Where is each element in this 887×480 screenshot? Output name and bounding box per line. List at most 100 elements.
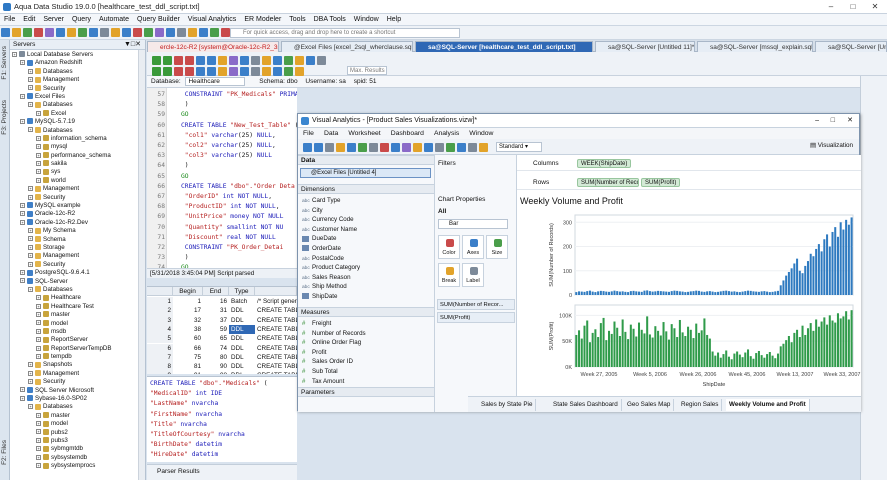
toolbar-tool-icon[interactable] [12,28,21,37]
expand-toggle-icon[interactable]: + [36,177,41,183]
bar[interactable] [717,352,720,367]
dimension-field[interactable]: abc Product Category [302,263,360,272]
bar[interactable] [689,291,692,295]
tree-node[interactable]: + Management [10,76,138,84]
grid-cell[interactable]: CREATE TABLE [255,316,297,325]
tree-node[interactable]: + Oracle-12c-R2.Dev [10,219,138,227]
grid-cell[interactable]: CREATE TABLE [255,353,297,362]
bar[interactable] [719,291,722,295]
bar[interactable] [646,290,649,295]
servers-scrollbar[interactable] [138,50,145,480]
expand-toggle-icon[interactable]: + [12,51,17,57]
tree-node[interactable]: + Sybase-16.0-SP02 [10,395,138,403]
bar[interactable] [752,291,755,295]
bar[interactable] [689,329,692,367]
grid-cell[interactable]: 80 [203,353,229,362]
grid-cell[interactable]: CREATE TABLE [255,362,297,371]
menu-file[interactable]: File [0,14,19,26]
expand-toggle-icon[interactable]: + [36,135,41,141]
expand-toggle-icon[interactable]: + [28,228,33,234]
expand-toggle-icon[interactable]: + [36,446,41,452]
bar[interactable] [842,229,845,295]
tree-node[interactable]: + Schema [10,236,138,244]
toolbar-tool-icon[interactable] [166,28,175,37]
bar[interactable] [681,332,684,367]
va-menu-window[interactable]: Window [464,130,498,137]
bar[interactable] [757,291,760,295]
expand-toggle-icon[interactable]: + [28,102,33,108]
color-button[interactable]: Color [438,235,460,259]
expand-toggle-icon[interactable]: + [28,362,33,368]
bar[interactable] [591,291,594,295]
bar[interactable] [583,325,586,367]
grid-cell[interactable]: 31 [203,306,229,315]
bar[interactable] [687,326,690,367]
va-tool-icon[interactable] [391,143,400,152]
bar[interactable] [736,291,739,295]
bar[interactable] [632,328,635,367]
bar[interactable] [741,291,744,295]
bar[interactable] [678,319,681,367]
editor-tool-icon[interactable] [174,67,183,76]
database-select[interactable]: Healthcare [185,76,246,86]
data-source-item[interactable]: @Excel Files [Untitled 4] [300,168,431,178]
bar[interactable] [828,315,831,367]
grid-cell[interactable]: 60 [173,334,203,343]
bar[interactable] [662,322,665,367]
grid-cell[interactable]: /* Script gener [255,297,297,306]
expand-toggle-icon[interactable]: + [36,429,41,435]
editor-tool-icon[interactable] [207,56,216,65]
view-size-select[interactable]: Standard ▾ [496,142,542,152]
bar[interactable] [695,323,698,367]
editor-tool-icon[interactable] [196,67,205,76]
bar[interactable] [684,292,687,295]
bar[interactable] [613,321,616,367]
bar[interactable] [722,354,725,367]
editor-tool-icon[interactable] [207,67,216,76]
tree-node[interactable]: + sybmgmtdb [10,445,138,453]
bar[interactable] [823,317,826,367]
tree-node[interactable]: + PostgreSQL-9.6.4.1 [10,269,138,277]
grid-cell[interactable]: 75 [173,353,203,362]
grid-column-header[interactable] [255,287,297,296]
bar[interactable] [602,291,605,295]
tree-node[interactable]: + Databases [10,286,138,294]
toolbar-tool-icon[interactable] [78,28,87,37]
bar[interactable] [733,291,736,295]
bar[interactable] [602,317,605,367]
bar[interactable] [706,334,709,367]
bar[interactable] [722,290,725,295]
bar[interactable] [703,291,706,295]
editor-tool-icon[interactable] [295,56,304,65]
max-results-input[interactable]: Max. Results [347,66,387,75]
dimension-field[interactable]: abc City [302,206,323,215]
editor-tool-icon[interactable] [152,56,161,65]
bar[interactable] [643,290,646,295]
bar[interactable] [586,291,589,295]
grid-cell[interactable]: 65 [203,334,229,343]
va-menu-data[interactable]: Data [319,130,343,137]
bar[interactable] [744,352,747,367]
tree-node[interactable]: + performance_schema [10,152,138,160]
expand-toggle-icon[interactable]: + [28,186,33,192]
bar[interactable] [730,291,733,295]
menu-help[interactable]: Help [383,14,405,26]
bar[interactable] [847,224,850,295]
bar[interactable] [599,290,602,295]
bar[interactable] [637,291,641,295]
bar[interactable] [635,291,638,295]
expand-toggle-icon[interactable]: + [36,337,41,343]
editor-tool-icon[interactable] [185,56,194,65]
bar[interactable] [749,290,752,295]
menu-edit[interactable]: Edit [19,14,39,26]
projects-side-tab[interactable]: F3: Projects [1,100,8,135]
axes-button[interactable]: Axes [462,235,484,259]
va-tool-icon[interactable] [457,143,466,152]
tree-node[interactable]: + SQL-Server [10,278,138,286]
bar[interactable] [785,275,788,295]
expand-toggle-icon[interactable]: + [28,194,33,200]
editor-tool-icon[interactable] [262,56,271,65]
tree-node[interactable]: + Healthcare [10,294,138,302]
va-tool-icon[interactable] [424,143,433,152]
grid-cell[interactable]: 37 [203,316,229,325]
